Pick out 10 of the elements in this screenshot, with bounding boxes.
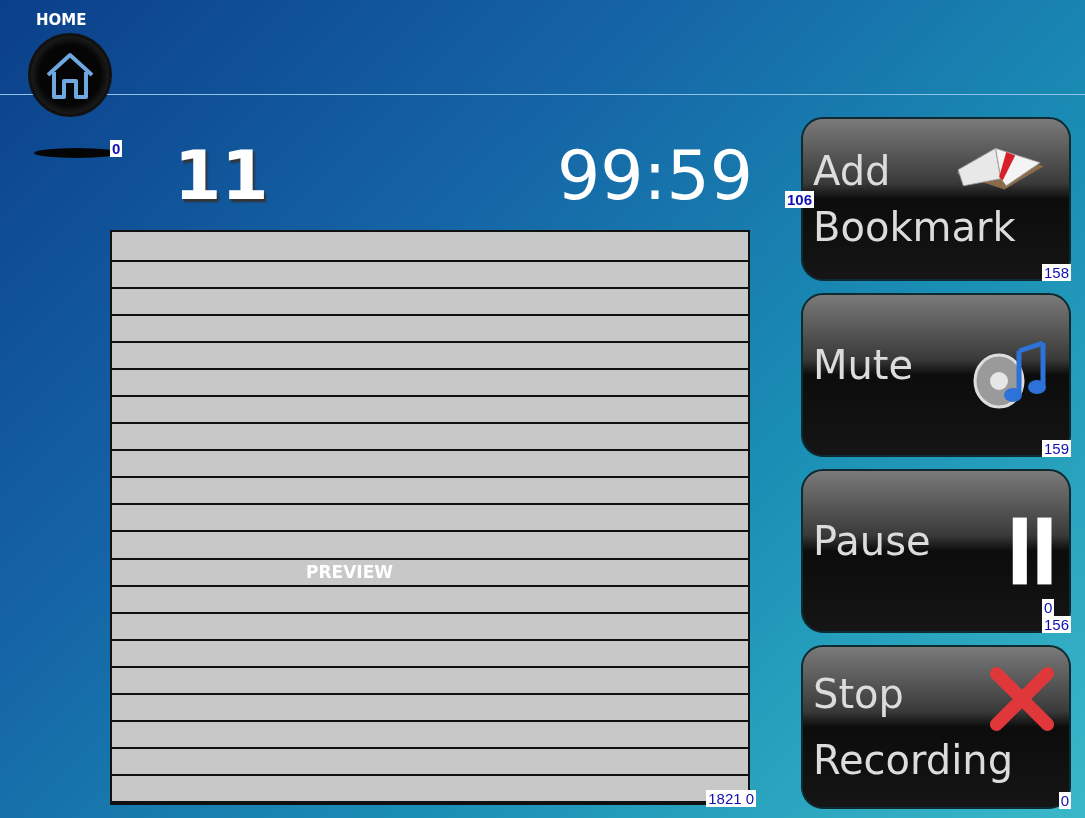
- timer-value: 99:59: [557, 135, 753, 215]
- join-tag: 0: [110, 140, 123, 157]
- join-tag: 106: [785, 191, 815, 208]
- cross-icon: [989, 666, 1055, 732]
- home-label: HOME: [36, 10, 88, 29]
- join-tag: 159: [1041, 440, 1071, 457]
- join-tag: 158: [1041, 264, 1071, 281]
- join-tag: 156: [1041, 616, 1071, 633]
- counter-value: 11: [174, 135, 269, 215]
- join-tag: 1821: [706, 790, 744, 807]
